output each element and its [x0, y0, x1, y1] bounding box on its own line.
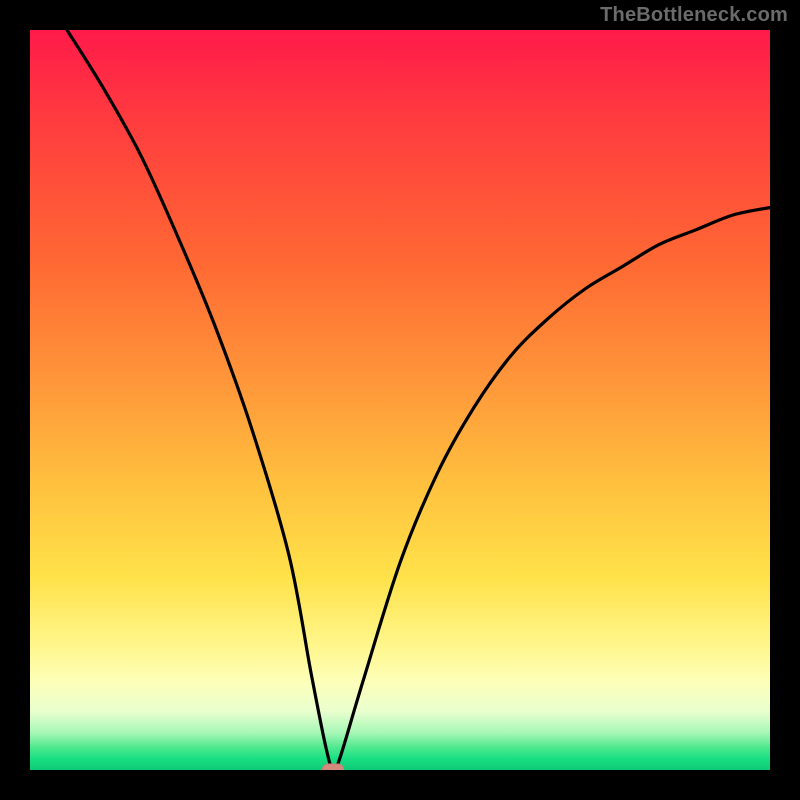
- watermark-text: TheBottleneck.com: [600, 4, 788, 27]
- bottleneck-curve: [30, 30, 770, 770]
- chart-frame: TheBottleneck.com: [0, 0, 800, 800]
- plot-area: [30, 30, 770, 770]
- minimum-marker: [322, 764, 344, 771]
